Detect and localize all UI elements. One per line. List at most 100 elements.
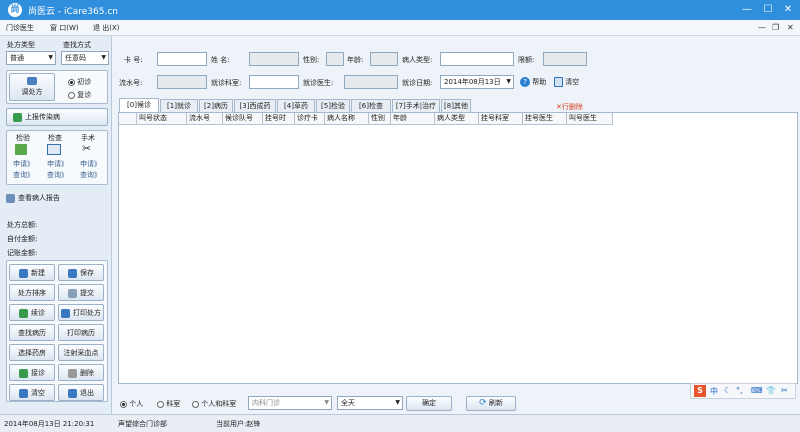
tab-lab[interactable]: [5]检验 <box>316 99 350 112</box>
clear-button[interactable]: 清空 <box>9 384 55 401</box>
exam-request-link[interactable]: 申请》 <box>47 159 68 169</box>
person-radio[interactable]: 个人 <box>120 399 143 409</box>
menu-window[interactable]: 窗 口(W) <box>50 23 79 33</box>
first-visit-radio[interactable]: 初诊 <box>68 77 91 87</box>
lab-request-link[interactable]: 申请》 <box>13 159 34 169</box>
tab-surgery[interactable]: [7]手术|治疗 <box>392 99 440 112</box>
find-record-label: 查找病历 <box>18 329 46 337</box>
column-header[interactable]: 挂号医生 <box>523 113 567 125</box>
mdi-restore-icon[interactable]: ❐ <box>772 23 779 32</box>
upload-infection-button[interactable]: 上报传染病 <box>6 108 108 126</box>
status-bar: 2014年08月13日 21:20:31 声望综合门诊部 当前用户:赵锋 <box>0 414 800 432</box>
rx-icon <box>27 77 37 85</box>
column-header[interactable]: 性别 <box>369 113 391 125</box>
column-header[interactable]: 候诊队号 <box>223 113 263 125</box>
new-button[interactable]: 新建 <box>9 264 55 281</box>
row-delete-button[interactable]: ✕行删除 <box>556 102 583 112</box>
print-rx-button[interactable]: 打印处方 <box>58 304 104 321</box>
dept-filter-select[interactable]: 内科门诊 ▼ <box>248 396 332 410</box>
tab-western-medicine[interactable]: [3]西成药 <box>234 99 276 112</box>
visit-date-picker[interactable]: 2014年08月13日 ▼ <box>440 75 514 89</box>
exit-button[interactable]: 退出 <box>58 384 104 401</box>
skin-icon[interactable]: 👕 <box>766 386 776 395</box>
row-number-header <box>119 113 137 125</box>
window-title: 尚医云 - iCare365.cn <box>28 7 119 17</box>
accept-button[interactable]: 接诊 <box>9 364 55 381</box>
rx-sort-button[interactable]: 处方排序 <box>9 284 55 301</box>
tab-herbal[interactable]: [4]草药 <box>277 99 315 112</box>
keyboard-icon[interactable]: ⌨ <box>751 386 763 395</box>
adjust-rx-button[interactable]: 调处方 <box>9 73 55 101</box>
surgery-query-link[interactable]: 查询》 <box>80 170 101 180</box>
name-label: 姓 名: <box>211 56 230 64</box>
tools-icon[interactable]: ✂ <box>781 386 788 395</box>
punctuation-icon[interactable]: °, <box>736 386 743 395</box>
view-report-button[interactable]: 查看病人报告 <box>6 193 60 203</box>
time-range-select[interactable]: 全天 ▼ <box>337 396 403 410</box>
revisit-radio[interactable]: 复诊 <box>68 90 91 100</box>
tab-other[interactable]: [8]其他 <box>441 99 471 112</box>
dept-radio-label: 科室 <box>166 400 181 408</box>
tab-waiting[interactable]: [0]候诊 <box>119 98 159 112</box>
mdi-minimize-icon[interactable]: — <box>758 23 766 32</box>
adjust-rx-label: 调处方 <box>21 88 43 96</box>
new-icon <box>19 268 28 278</box>
injection-point-button[interactable]: 注射采血点 <box>58 344 104 361</box>
tab-visit[interactable]: [1]就诊 <box>160 99 198 112</box>
menu-exit[interactable]: 退 出(X) <box>93 23 119 33</box>
print-record-label: 打印病历 <box>67 329 95 337</box>
column-header[interactable]: 病人名称 <box>325 113 369 125</box>
submit-button[interactable]: 提交 <box>58 284 104 301</box>
sogou-s-icon[interactable]: S <box>694 385 706 397</box>
surgery-request-link[interactable]: 申请》 <box>80 159 101 169</box>
column-header[interactable]: 诊疗卡 <box>295 113 325 125</box>
maximize-button[interactable]: ☐ <box>760 3 776 17</box>
patient-type-label: 病人类型: <box>402 56 433 64</box>
save-button[interactable]: 保存 <box>58 264 104 281</box>
age-label: 年龄: <box>347 56 364 64</box>
delete-button[interactable]: 删除 <box>58 364 104 381</box>
column-header[interactable]: 年龄 <box>391 113 435 125</box>
rx-type-select[interactable]: 普通 ▼ <box>6 51 56 65</box>
menu-clinic-doctor[interactable]: 门诊医生 <box>6 23 34 33</box>
continue-visit-button[interactable]: 续诊 <box>9 304 55 321</box>
card-input[interactable] <box>157 52 207 66</box>
both-radio[interactable]: 个人和科室 <box>192 399 236 409</box>
column-header[interactable]: 病人类型 <box>435 113 479 125</box>
lab-query-link[interactable]: 查询》 <box>13 170 34 180</box>
lab-test-icon <box>15 144 27 155</box>
upload-icon <box>13 112 22 122</box>
confirm-button[interactable]: 确定 <box>406 396 452 411</box>
column-header[interactable]: 叫号医生 <box>567 113 613 125</box>
select-pharmacy-button[interactable]: 选择药房 <box>9 344 55 361</box>
clear-label: 清空 <box>565 78 580 86</box>
trash-icon <box>19 388 28 398</box>
column-header[interactable]: 叫号状态 <box>137 113 187 125</box>
mdi-close-icon[interactable]: ✕ <box>787 23 794 32</box>
column-header[interactable]: 挂号科室 <box>479 113 523 125</box>
refresh-button[interactable]: ⟳ 刷新 <box>466 396 516 411</box>
help-button[interactable]: ? 帮助 <box>520 77 546 87</box>
dept-input[interactable] <box>249 75 299 89</box>
tab-exam[interactable]: [6]检查 <box>351 99 391 112</box>
close-button[interactable]: ✕ <box>780 3 796 17</box>
radio-on-icon <box>120 400 127 408</box>
rx-total-label: 处方总额: <box>7 221 38 229</box>
find-record-button[interactable]: 查找病历 <box>9 324 55 341</box>
minimize-button[interactable]: — <box>739 3 755 17</box>
column-header[interactable]: 挂号时 <box>263 113 295 125</box>
clear-form-button[interactable]: 清空 <box>554 77 579 87</box>
patient-type-field[interactable] <box>440 52 514 66</box>
column-header[interactable]: 流水号 <box>187 113 223 125</box>
ime-chinese-icon[interactable]: 中 <box>710 386 718 397</box>
exam-query-link[interactable]: 查询》 <box>47 170 68 180</box>
name-field <box>249 52 299 66</box>
find-method-select[interactable]: 任意码 ▼ <box>61 51 109 65</box>
print-rx-label: 打印处方 <box>73 309 101 317</box>
exam-icon <box>47 144 61 155</box>
print-record-button[interactable]: 打印病历 <box>58 324 104 341</box>
chevron-down-icon: ▼ <box>324 399 329 406</box>
moon-icon[interactable]: ☾ <box>724 386 731 395</box>
tab-record[interactable]: [2]病历 <box>199 99 233 112</box>
dept-radio[interactable]: 科室 <box>157 399 180 409</box>
